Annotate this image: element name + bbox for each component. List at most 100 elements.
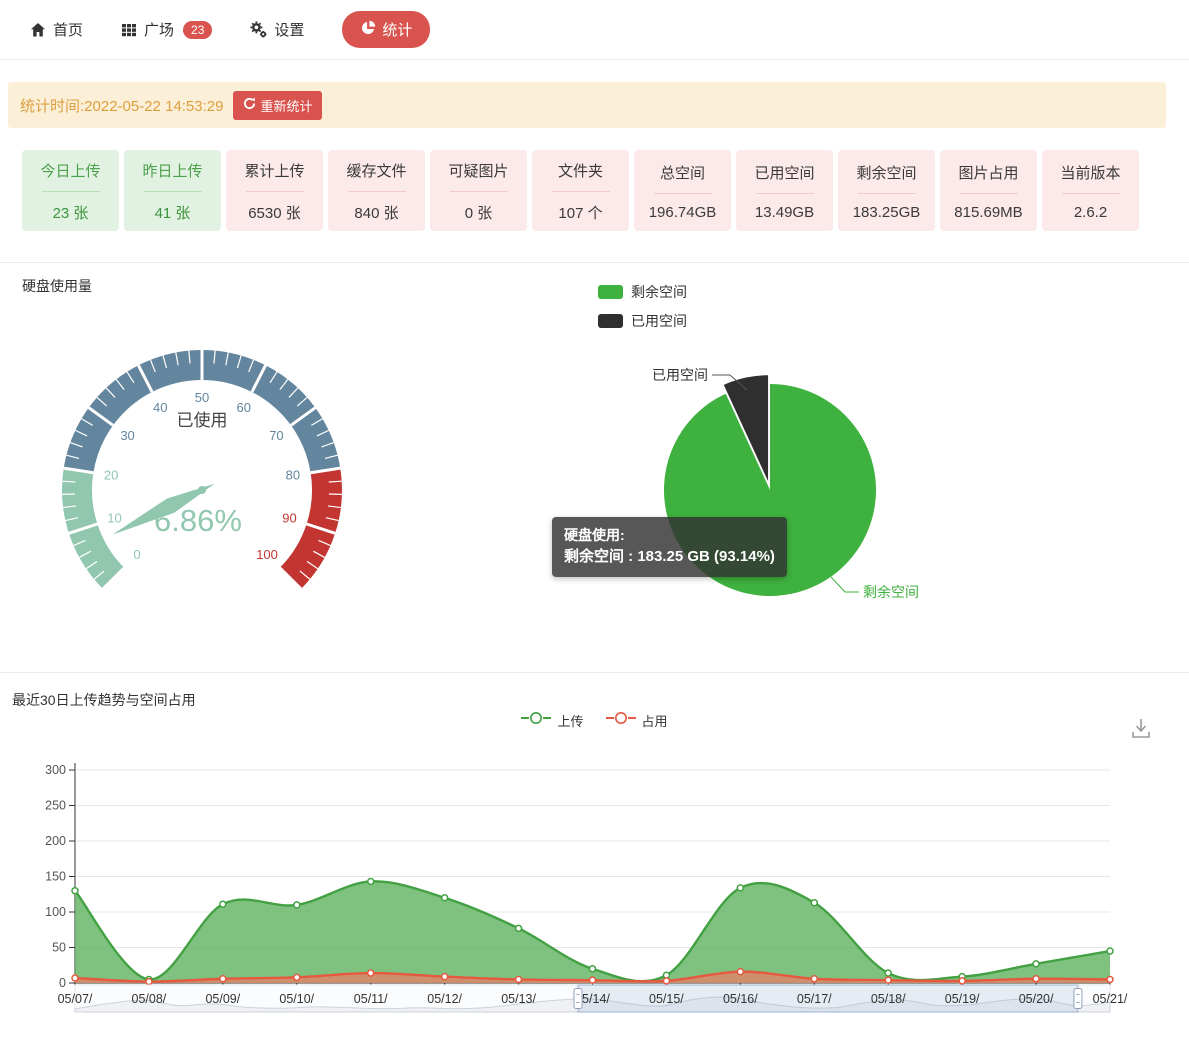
card-divider [246, 191, 304, 192]
card-divider [552, 191, 610, 192]
svg-text:20: 20 [104, 468, 118, 483]
legend-label: 已用空间 [631, 311, 687, 331]
card-divider [858, 193, 916, 194]
pie-legend: 剩余空间 已用空间 [598, 282, 687, 331]
top-nav: 首页 广场 23 [0, 0, 1189, 60]
trend-legend: 上传 占用 [0, 711, 1189, 730]
svg-text:已使用: 已使用 [177, 410, 228, 430]
nav-item-square[interactable]: 广场 23 [121, 19, 212, 40]
refresh-icon [243, 97, 256, 113]
svg-text:50: 50 [195, 390, 209, 405]
stat-label: 昨日上传 [142, 160, 202, 181]
legend-item-upload[interactable]: 上传 [521, 711, 583, 730]
disk-section-title: 硬盘使用量 [22, 276, 92, 296]
svg-text:80: 80 [286, 468, 300, 483]
line-marker-green [521, 711, 551, 730]
legend-label: 剩余空间 [631, 282, 687, 302]
stat-value: 196.74GB [649, 204, 717, 221]
svg-text:剩余空间: 剩余空间 [863, 584, 919, 600]
disk-usage-pie-chart[interactable]: 已用空间剩余空间 [600, 340, 940, 630]
stat-value: 2.6.2 [1074, 204, 1107, 221]
stats-page: 首页 广场 23 [0, 0, 1189, 1047]
svg-text:05/11/: 05/11/ [354, 992, 388, 1006]
card-divider [144, 191, 202, 192]
download-chart-icon[interactable] [1129, 716, 1153, 747]
svg-text:300: 300 [45, 763, 66, 777]
section-divider [0, 672, 1189, 673]
nav-item-statistics-active[interactable]: 统计 [342, 11, 430, 48]
svg-text:05/15/: 05/15/ [649, 992, 684, 1006]
line-marker-orange [606, 711, 636, 730]
nav-item-home[interactable]: 首页 [30, 19, 83, 40]
stat-label: 缓存文件 [346, 160, 406, 181]
nav-label: 广场 [144, 19, 174, 40]
legend-item-usage[interactable]: 占用 [606, 711, 668, 730]
svg-text:05/16/: 05/16/ [723, 992, 758, 1006]
svg-text:已用空间: 已用空间 [652, 367, 708, 383]
trend-section-title: 最近30日上传趋势与空间占用 [12, 690, 196, 710]
tooltip-title: 硬盘使用: [564, 525, 775, 546]
stat-value: 183.25GB [853, 204, 921, 221]
stat-card-free-space: 剩余空间 183.25GB [838, 150, 935, 231]
stat-card-image-usage: 图片占用815.69MB [940, 150, 1037, 231]
card-divider [654, 193, 712, 194]
svg-text:90: 90 [282, 510, 296, 525]
home-icon [30, 22, 46, 38]
legend-item-free-space[interactable]: 剩余空间 [598, 282, 687, 302]
stat-value: 41 张 [155, 202, 191, 223]
stat-label: 可疑图片 [448, 160, 508, 181]
stat-card-suspicious: 可疑图片0 张 [430, 150, 527, 231]
svg-text:70: 70 [269, 428, 283, 443]
stat-card-folders: 文件夹 107 个 [532, 150, 629, 231]
svg-text:05/09/: 05/09/ [205, 992, 240, 1006]
upload-trend-line-chart[interactable]: 05010015020025030005/07/05/08/05/09/05/1… [0, 745, 1189, 1035]
pie-chart-icon [360, 20, 376, 40]
nav-label: 统计 [382, 19, 412, 40]
svg-text:05/19/: 05/19/ [945, 992, 980, 1006]
stat-value: 840 张 [354, 202, 398, 223]
stat-label: 累计上传 [244, 160, 304, 181]
svg-text:100: 100 [45, 905, 66, 919]
svg-text:30: 30 [120, 428, 134, 443]
legend-item-used-space[interactable]: 已用空间 [598, 311, 687, 331]
nav-item-settings[interactable]: 设置 [250, 19, 304, 40]
stat-card-used-space: 已用空间13.49GB [736, 150, 833, 231]
stat-card-yesterday: 昨日上传 41 张 [124, 150, 221, 231]
card-divider [348, 191, 406, 192]
svg-text:200: 200 [45, 834, 66, 848]
svg-text:150: 150 [45, 870, 66, 884]
stat-value: 107 个 [558, 202, 602, 223]
gear-icon [250, 21, 267, 38]
stat-value: 815.69MB [954, 204, 1022, 221]
datazoom-handle-right[interactable] [1074, 989, 1082, 1009]
svg-text:60: 60 [237, 400, 251, 415]
stat-label: 当前版本 [1060, 162, 1120, 183]
card-divider [450, 191, 508, 192]
stats-time-text: 统计时间:2022-05-22 14:53:29 [20, 95, 223, 116]
grid-icon [121, 22, 137, 38]
stat-card-total-space: 总空间196.74GB [634, 150, 731, 231]
stat-card-cache-files: 缓存文件 840 张 [328, 150, 425, 231]
stat-label: 剩余空间 [856, 162, 916, 183]
svg-text:05/10/: 05/10/ [279, 992, 314, 1006]
stat-label: 文件夹 [558, 160, 603, 181]
svg-text:50: 50 [52, 941, 66, 955]
svg-text:6.86%: 6.86% [154, 503, 242, 538]
stat-label: 今日上传 [40, 160, 100, 181]
card-divider [1062, 193, 1120, 194]
recount-label: 重新统计 [260, 96, 312, 115]
recount-button[interactable]: 重新统计 [233, 91, 322, 120]
square-count-badge: 23 [183, 21, 212, 39]
legend-swatch-dark [598, 314, 623, 328]
svg-text:0: 0 [133, 547, 140, 562]
pie-tooltip: 硬盘使用: 剩余空间 : 183.25 GB (93.14%) [552, 517, 787, 577]
nav-label: 首页 [53, 19, 83, 40]
svg-text:05/08/: 05/08/ [132, 992, 167, 1006]
svg-text:05/07/: 05/07/ [58, 992, 93, 1006]
svg-text:05/21/: 05/21/ [1093, 992, 1128, 1006]
datazoom-handle-left[interactable] [574, 989, 582, 1009]
stat-card-total-uploads: 累计上传6530 张 [226, 150, 323, 231]
disk-usage-gauge-chart: 0102030405060708090100已使用6.86% [45, 338, 365, 583]
card-divider [960, 193, 1018, 194]
svg-text:100: 100 [256, 547, 278, 562]
